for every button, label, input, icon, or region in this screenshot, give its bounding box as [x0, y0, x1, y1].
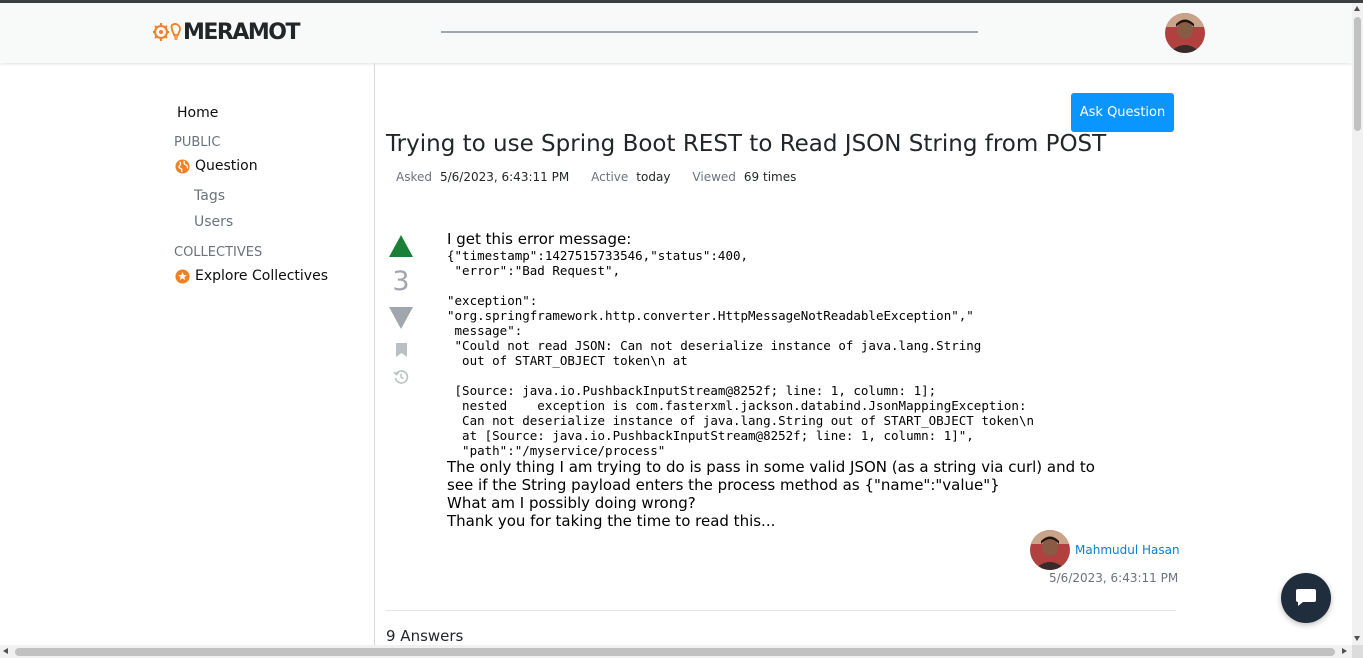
scroll-down-arrow-icon[interactable]	[1354, 636, 1360, 641]
scroll-right-arrow-icon[interactable]	[1342, 648, 1347, 654]
nav-section-collectives: COLLECTIVES	[174, 245, 263, 260]
main-content: Ask Question Trying to use Spring Boot R…	[376, 63, 1352, 645]
author-avatar-image	[1030, 530, 1070, 570]
nav-explore-collectives[interactable]: Explore Collectives	[175, 268, 328, 284]
chat-button[interactable]	[1281, 573, 1331, 623]
viewed-label: Viewed	[692, 170, 736, 184]
asked-label: Asked	[396, 170, 432, 184]
body-paragraph: The only thing I am trying to do is pass…	[447, 458, 1095, 494]
horizontal-scrollbar[interactable]	[0, 645, 1352, 658]
star-badge-icon	[175, 268, 190, 284]
answers-count: 9 Answers	[386, 627, 464, 645]
active-label: Active	[591, 170, 629, 184]
vertical-scroll-thumb[interactable]	[1354, 17, 1361, 131]
viewed-value: 69 times	[743, 170, 797, 184]
nav-section-public: PUBLIC	[174, 135, 221, 150]
author-name-link[interactable]: Mahmudul Hasan	[1075, 543, 1180, 557]
author-avatar[interactable]	[1030, 530, 1070, 570]
vertical-scrollbar[interactable]	[1352, 3, 1363, 645]
bookmark-icon[interactable]	[395, 343, 407, 357]
body-paragraph: What am I possibly doing wrong?	[447, 494, 696, 512]
logo-gear-bulb-icon	[153, 23, 181, 41]
top-header: MERAMOT	[0, 3, 1352, 63]
vote-count: 3	[392, 266, 410, 297]
nav-tags[interactable]: Tags	[194, 188, 225, 204]
question-title: Trying to use Spring Boot REST to Read J…	[386, 131, 1107, 157]
avatar-image	[1165, 13, 1205, 53]
history-icon[interactable]	[393, 369, 409, 385]
chat-bubble-icon	[1296, 589, 1316, 606]
logo-text: MERAMOT	[183, 19, 301, 45]
site-logo[interactable]: MERAMOT	[152, 17, 301, 47]
downvote-arrow-icon[interactable]	[389, 307, 413, 329]
asked-value: 5/6/2023, 6:43:11 PM	[439, 170, 570, 184]
user-avatar[interactable]	[1165, 13, 1205, 53]
horizontal-scroll-thumb[interactable]	[15, 648, 1335, 656]
nav-question[interactable]: Question	[175, 158, 258, 174]
error-code-block: {"timestamp":1427515733546,"status":400,…	[447, 248, 1034, 458]
nav-question-label: Question	[195, 158, 258, 174]
section-divider	[386, 610, 1176, 611]
scrollbar-corner	[1352, 645, 1363, 658]
question-meta: Asked 5/6/2023, 6:43:11 PM Active today …	[396, 170, 818, 184]
nav-home[interactable]: Home	[177, 105, 218, 121]
scroll-left-arrow-icon[interactable]	[3, 648, 8, 654]
scroll-up-arrow-icon[interactable]	[1354, 6, 1360, 11]
vote-panel: 3	[388, 235, 414, 385]
ask-question-button[interactable]: Ask Question	[1071, 93, 1174, 132]
post-author: Mahmudul Hasan	[1030, 530, 1180, 570]
body-intro: I get this error message:	[447, 230, 632, 248]
active-value: today	[636, 170, 671, 184]
upvote-arrow-icon[interactable]	[389, 235, 413, 257]
left-sidebar: Home PUBLIC Question Tags Users COLLECTI…	[0, 63, 375, 658]
nav-explore-collectives-label: Explore Collectives	[195, 268, 328, 284]
search-bar[interactable]	[441, 31, 978, 33]
globe-icon	[175, 158, 190, 174]
question-body: I get this error message: {"timestamp":1…	[447, 230, 1107, 530]
nav-users[interactable]: Users	[194, 214, 233, 230]
post-date: 5/6/2023, 6:43:11 PM	[1049, 571, 1179, 585]
body-paragraph: Thank you for taking the time to read th…	[447, 512, 776, 530]
